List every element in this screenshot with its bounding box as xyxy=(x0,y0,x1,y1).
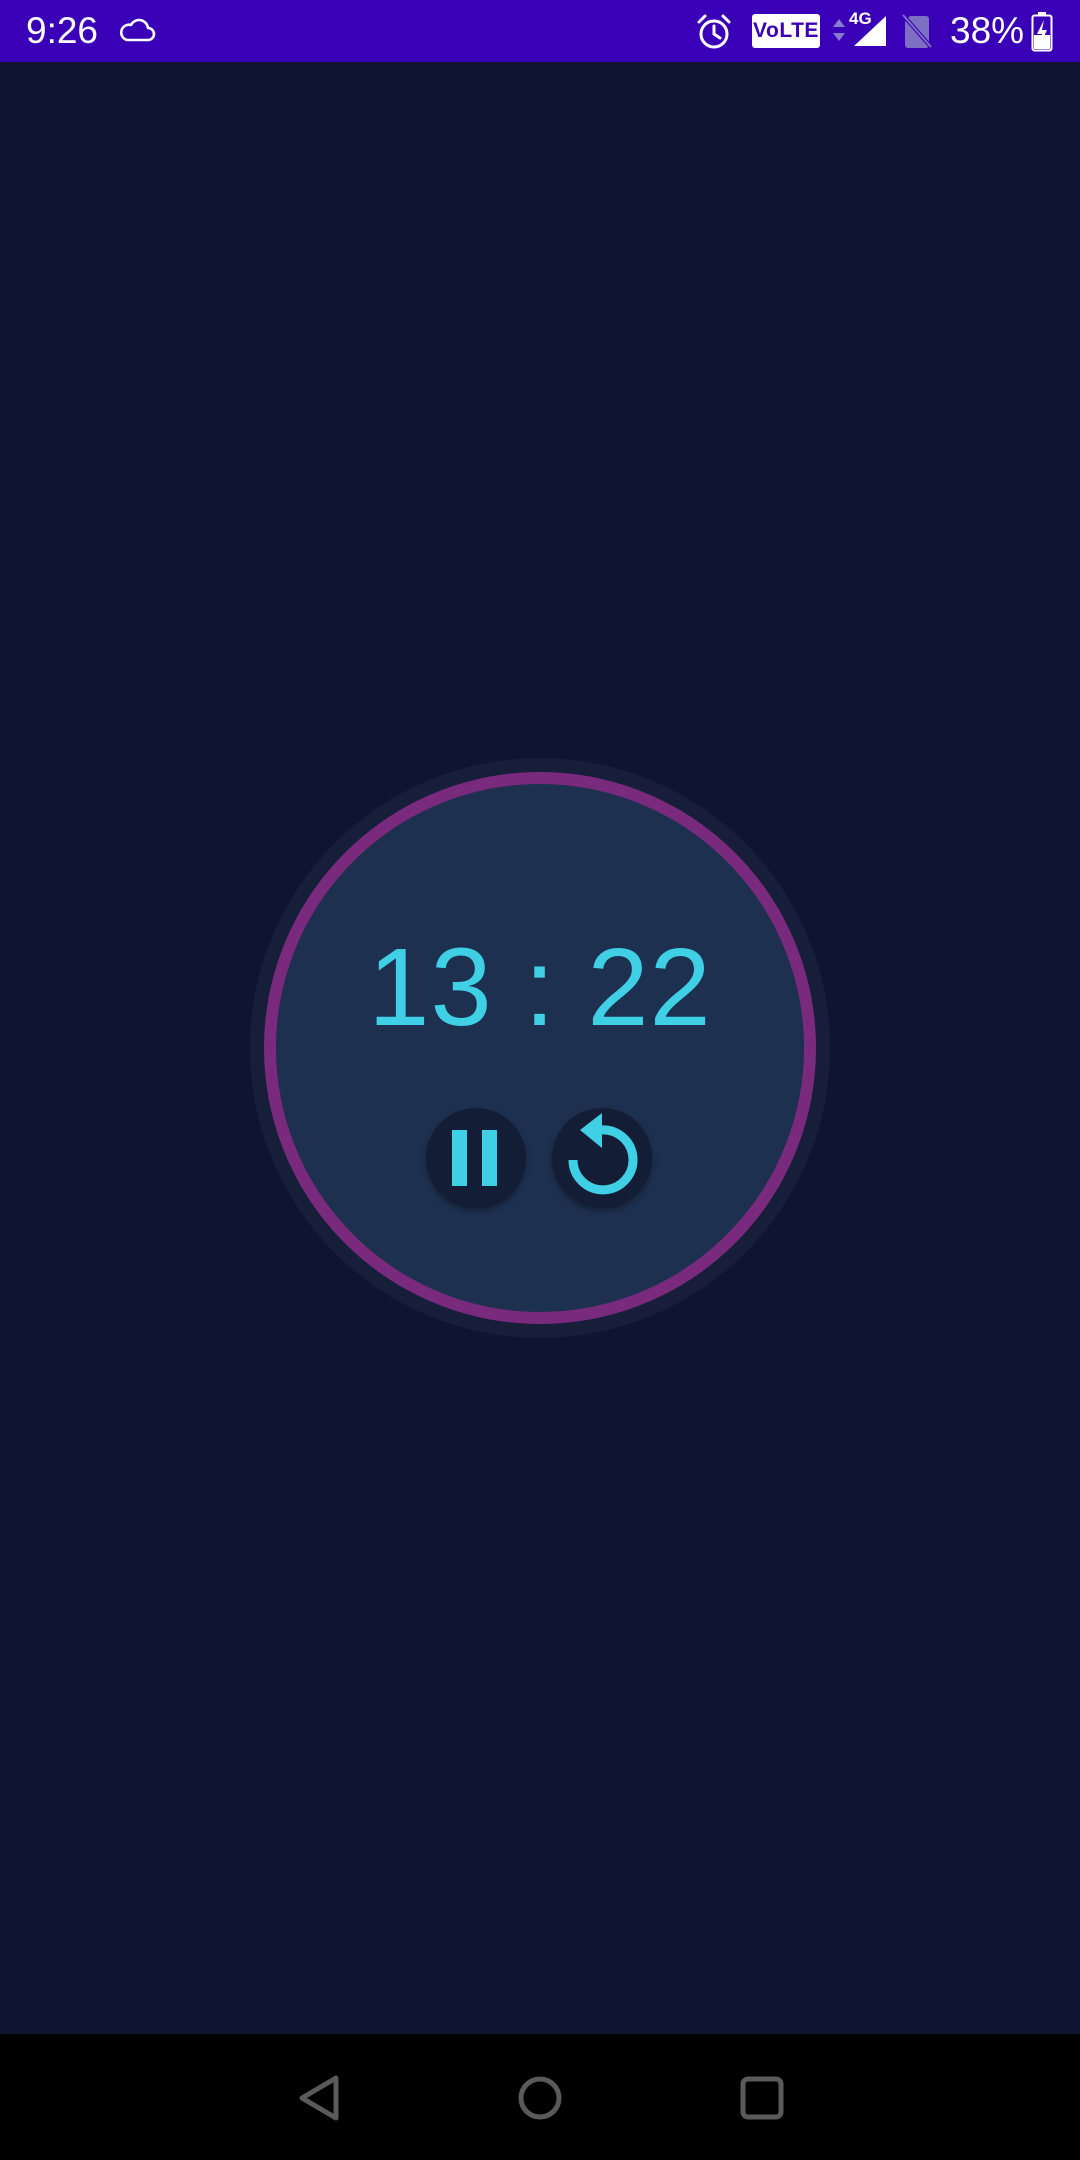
recents-button[interactable] xyxy=(734,2070,790,2126)
status-time: 9:26 xyxy=(26,10,99,51)
cloud-icon xyxy=(118,16,156,49)
volte-icon: VoLTE xyxy=(752,14,820,48)
home-button[interactable] xyxy=(512,2070,568,2126)
battery-charging-icon xyxy=(1031,12,1053,57)
recents-square-icon xyxy=(740,2076,784,2120)
signal-icon xyxy=(850,14,888,53)
navigation-bar xyxy=(0,2034,1080,2160)
reset-icon xyxy=(568,1113,638,1195)
status-bar: 9:26 VoLTE 4G 38% xyxy=(0,0,1080,62)
back-button[interactable] xyxy=(292,2070,348,2126)
back-triangle-icon xyxy=(299,2075,339,2121)
alarm-icon xyxy=(694,12,734,57)
data-arrows-icon xyxy=(832,18,846,47)
timer-screen: 9:26 VoLTE 4G 38% 13: 22 xyxy=(0,0,1080,2160)
timer-display: 13 : 22 xyxy=(368,926,712,1049)
home-circle-icon xyxy=(518,2076,562,2120)
no-sim-icon xyxy=(900,12,934,55)
pause-icon xyxy=(452,1130,497,1186)
pause-button[interactable] xyxy=(426,1108,526,1208)
battery-percent: 38% xyxy=(950,10,1025,51)
reset-button[interactable] xyxy=(552,1108,652,1208)
